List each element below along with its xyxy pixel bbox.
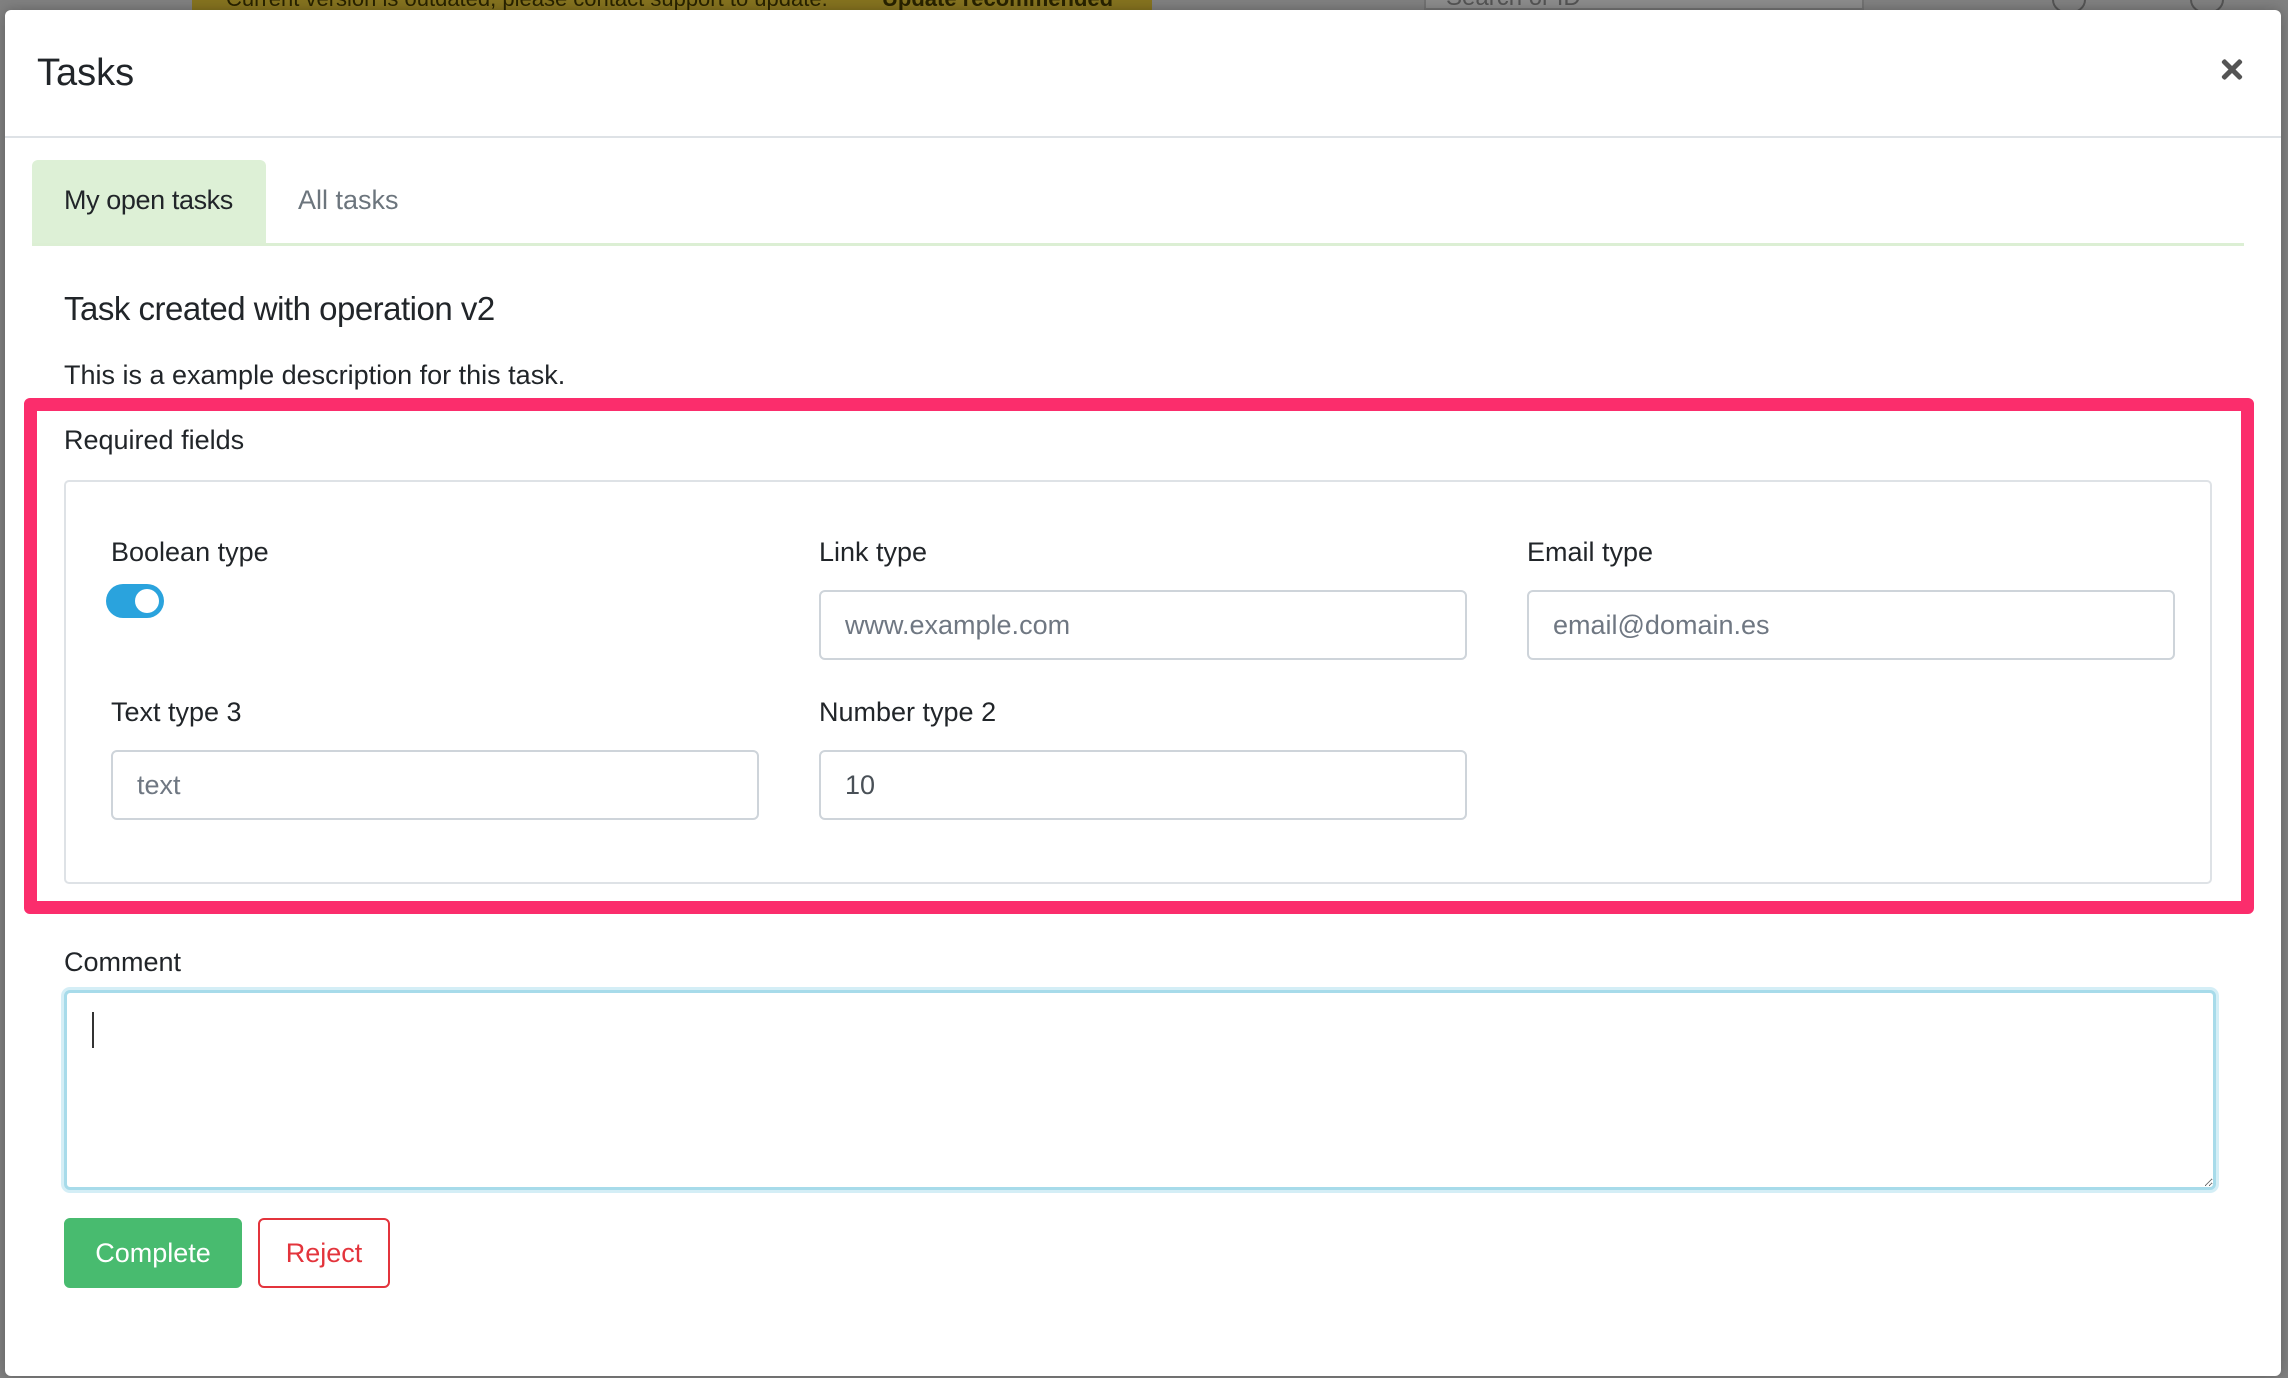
required-fields-box (64, 480, 2212, 884)
tab-my-open-tasks[interactable]: My open tasks (32, 160, 266, 243)
toggle-knob (135, 589, 159, 613)
task-tabs: My open tasks All tasks (32, 160, 2244, 246)
email-type-label: Email type (1527, 537, 1654, 567)
comment-label: Comment (64, 947, 182, 977)
close-icon[interactable] (2207, 44, 2257, 94)
link-type-input[interactable] (819, 590, 1467, 660)
tab-all-tasks[interactable]: All tasks (266, 160, 431, 243)
number-type-input[interactable] (819, 750, 1467, 820)
required-fields-label: Required fields (64, 425, 245, 455)
link-type-label: Link type (819, 537, 928, 567)
text-type-input[interactable] (111, 750, 759, 820)
comment-textarea[interactable] (64, 990, 2216, 1190)
number-type-label: Number type 2 (819, 697, 997, 727)
modal-title: Tasks (37, 52, 135, 94)
complete-button[interactable]: Complete (64, 1218, 242, 1288)
modal-header: Tasks (5, 10, 2281, 138)
task-title: Task created with operation v2 (64, 290, 495, 327)
boolean-type-label: Boolean type (111, 537, 269, 567)
email-type-input[interactable] (1527, 590, 2175, 660)
text-type-label: Text type 3 (111, 697, 242, 727)
reject-button[interactable]: Reject (258, 1218, 390, 1288)
boolean-type-toggle[interactable] (106, 584, 164, 618)
text-caret (92, 1012, 94, 1048)
task-description: This is a example description for this t… (64, 360, 566, 390)
